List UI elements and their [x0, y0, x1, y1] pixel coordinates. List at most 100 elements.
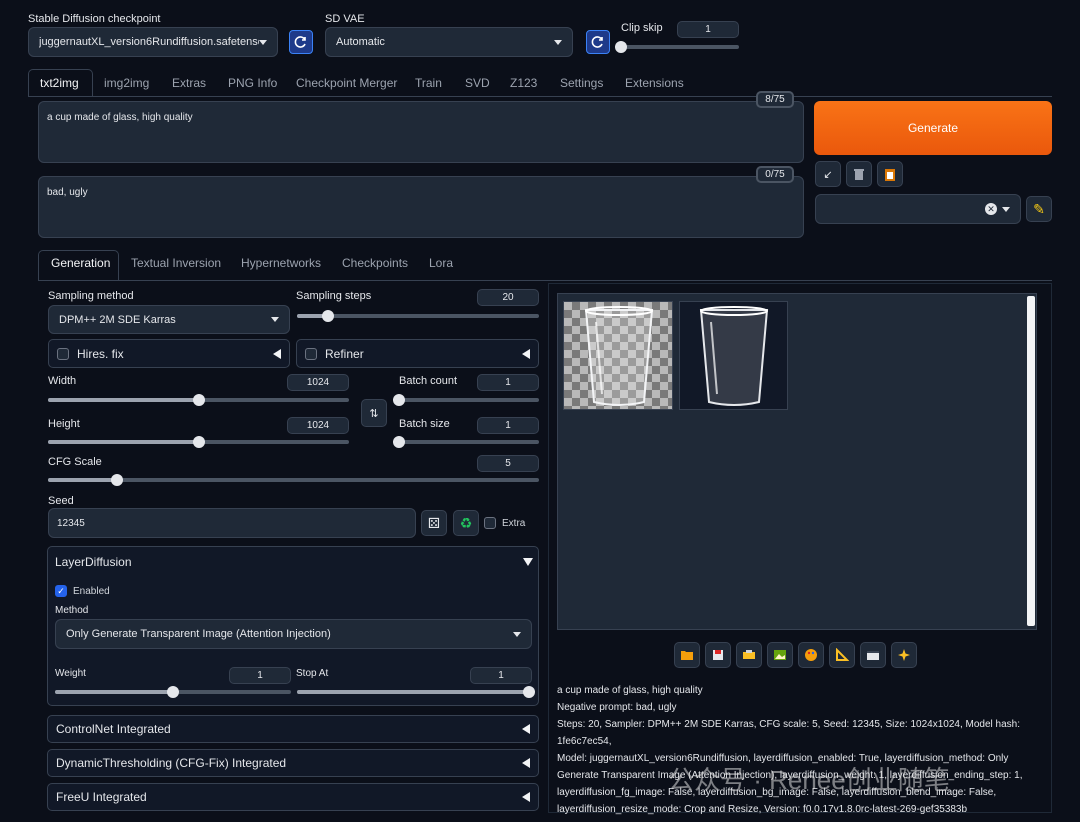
tab-txt2img[interactable]: txt2img — [40, 72, 79, 94]
refresh-vae-button[interactable] — [586, 30, 610, 54]
generate-button[interactable]: Generate — [814, 101, 1052, 155]
slider-thumb[interactable] — [167, 686, 179, 698]
zip-icon[interactable] — [736, 642, 762, 668]
clipboard-button[interactable] — [877, 161, 903, 187]
chevron-down-icon — [1002, 206, 1010, 212]
hires-fix-toggle[interactable]: Hires. fix — [48, 339, 290, 368]
controlnet-accordion[interactable]: ControlNet Integrated — [47, 715, 539, 743]
sparkle-icon[interactable] — [891, 642, 917, 668]
batch-size-input[interactable]: 1 — [477, 417, 539, 434]
stop-at-slider[interactable] — [297, 686, 535, 698]
seed-input[interactable]: 12345 — [48, 508, 416, 538]
batch-count-label: Batch count — [399, 375, 458, 387]
tab-train[interactable]: Train — [415, 72, 442, 94]
vae-value: Automatic — [336, 36, 385, 48]
sampling-steps-slider[interactable] — [297, 310, 539, 322]
watermark: 公众号 · Renee创业随笔 — [668, 765, 950, 795]
tab-png-info[interactable]: PNG Info — [228, 72, 277, 94]
slider-thumb[interactable] — [322, 310, 335, 322]
height-input[interactable]: 1024 — [287, 417, 349, 434]
thumbnail-dark[interactable] — [679, 301, 788, 410]
edit-styles-button[interactable]: ✎ — [1026, 196, 1052, 222]
cfg-scale-slider[interactable] — [48, 474, 539, 486]
styles-dropdown[interactable]: ✕ — [815, 194, 1021, 224]
tab-img2img[interactable]: img2img — [104, 72, 149, 94]
weight-input[interactable]: 1 — [229, 667, 291, 684]
cfg-scale-input[interactable]: 5 — [477, 455, 539, 472]
layerdiffusion-enabled-toggle[interactable]: ✓ Enabled — [55, 585, 110, 597]
read-params-button[interactable]: ↙ — [815, 161, 841, 187]
clipskip-input[interactable]: 1 — [677, 21, 739, 38]
batch-count-input[interactable]: 1 — [477, 374, 539, 391]
enabled-label: Enabled — [73, 585, 110, 597]
width-slider[interactable] — [48, 394, 349, 406]
glass-cup-image — [584, 306, 654, 406]
height-slider[interactable] — [48, 436, 349, 448]
reuse-seed-button[interactable]: ♻ — [453, 510, 479, 536]
hires-fix-checkbox[interactable] — [57, 347, 69, 360]
vae-dropdown[interactable]: Automatic — [325, 27, 573, 57]
folder-icon[interactable] — [674, 642, 700, 668]
info-line: a cup made of glass, high quality — [557, 685, 703, 696]
checkpoint-dropdown[interactable]: juggernautXL_version6Rundiffusion.safete… — [28, 27, 278, 57]
slider-thumb[interactable] — [615, 41, 627, 53]
extra-seed-toggle[interactable]: Extra — [484, 517, 525, 529]
dynamic-thresholding-accordion[interactable]: DynamicThresholding (CFG-Fix) Integrated — [47, 749, 539, 777]
width-input[interactable]: 1024 — [287, 374, 349, 391]
save-icon[interactable] — [705, 642, 731, 668]
weight-label: Weight — [55, 668, 86, 679]
tab-hypernetworks[interactable]: Hypernetworks — [241, 256, 321, 270]
palette-icon[interactable] — [798, 642, 824, 668]
checkpoint-label: Stable Diffusion checkpoint — [28, 13, 161, 25]
expand-icon[interactable] — [523, 558, 533, 566]
slider-thumb[interactable] — [110, 474, 123, 486]
tab-z123[interactable]: Z123 — [510, 72, 537, 94]
gallery-scrollbar[interactable] — [1027, 296, 1035, 626]
enabled-checkbox[interactable]: ✓ — [55, 585, 67, 597]
slider-thumb[interactable] — [192, 394, 205, 406]
extra-checkbox[interactable] — [484, 517, 496, 529]
swap-dimensions-button[interactable]: ⇅ — [361, 399, 387, 427]
collapse-icon — [522, 792, 530, 802]
tab-checkpoint-merger[interactable]: Checkpoint Merger — [296, 72, 397, 94]
weight-slider[interactable] — [55, 686, 291, 698]
slider-thumb[interactable] — [192, 436, 205, 448]
cfg-scale-label: CFG Scale — [48, 456, 102, 468]
slider-thumb[interactable] — [393, 436, 405, 448]
tab-svd[interactable]: SVD — [465, 72, 490, 94]
batch-count-slider[interactable] — [393, 394, 539, 406]
clipskip-slider[interactable] — [615, 41, 739, 53]
tab-extras[interactable]: Extras — [172, 72, 206, 94]
freeu-accordion[interactable]: FreeU Integrated — [47, 783, 539, 811]
sampling-steps-input[interactable]: 20 — [477, 289, 539, 306]
refiner-checkbox[interactable] — [305, 347, 317, 360]
trash-button[interactable] — [846, 161, 872, 187]
accordion-label: DynamicThresholding (CFG-Fix) Integrated — [56, 756, 287, 770]
tab-generation[interactable]: Generation — [51, 256, 110, 270]
thumbnail-transparent[interactable] — [563, 301, 673, 410]
negative-prompt-input[interactable]: bad, ugly — [38, 176, 804, 238]
ruler-icon[interactable] — [829, 642, 855, 668]
film-icon[interactable] — [860, 642, 886, 668]
positive-prompt-input[interactable]: a cup made of glass, high quality — [38, 101, 804, 163]
slider-thumb[interactable] — [523, 686, 535, 698]
random-seed-button[interactable]: ⚄ — [421, 510, 447, 536]
collapse-icon — [522, 724, 530, 734]
layerdiffusion-title[interactable]: LayerDiffusion — [55, 555, 132, 569]
slider-thumb[interactable] — [393, 394, 405, 406]
clear-icon[interactable]: ✕ — [985, 203, 997, 215]
refiner-toggle[interactable]: Refiner — [296, 339, 539, 368]
refresh-checkpoint-button[interactable] — [289, 30, 313, 54]
tab-extensions[interactable]: Extensions — [625, 72, 684, 94]
tab-settings[interactable]: Settings — [560, 72, 603, 94]
method-dropdown[interactable]: Only Generate Transparent Image (Attenti… — [55, 619, 532, 649]
tab-textual-inversion[interactable]: Textual Inversion — [131, 256, 221, 270]
sampling-steps-label: Sampling steps — [296, 290, 372, 302]
tab-checkpoints[interactable]: Checkpoints — [342, 256, 408, 270]
tab-lora[interactable]: Lora — [429, 256, 453, 270]
stop-at-input[interactable]: 1 — [470, 667, 532, 684]
sampling-method-dropdown[interactable]: DPM++ 2M SDE Karras — [48, 305, 290, 334]
image-icon[interactable] — [767, 642, 793, 668]
method-label: Method — [55, 605, 89, 616]
batch-size-slider[interactable] — [393, 436, 539, 448]
